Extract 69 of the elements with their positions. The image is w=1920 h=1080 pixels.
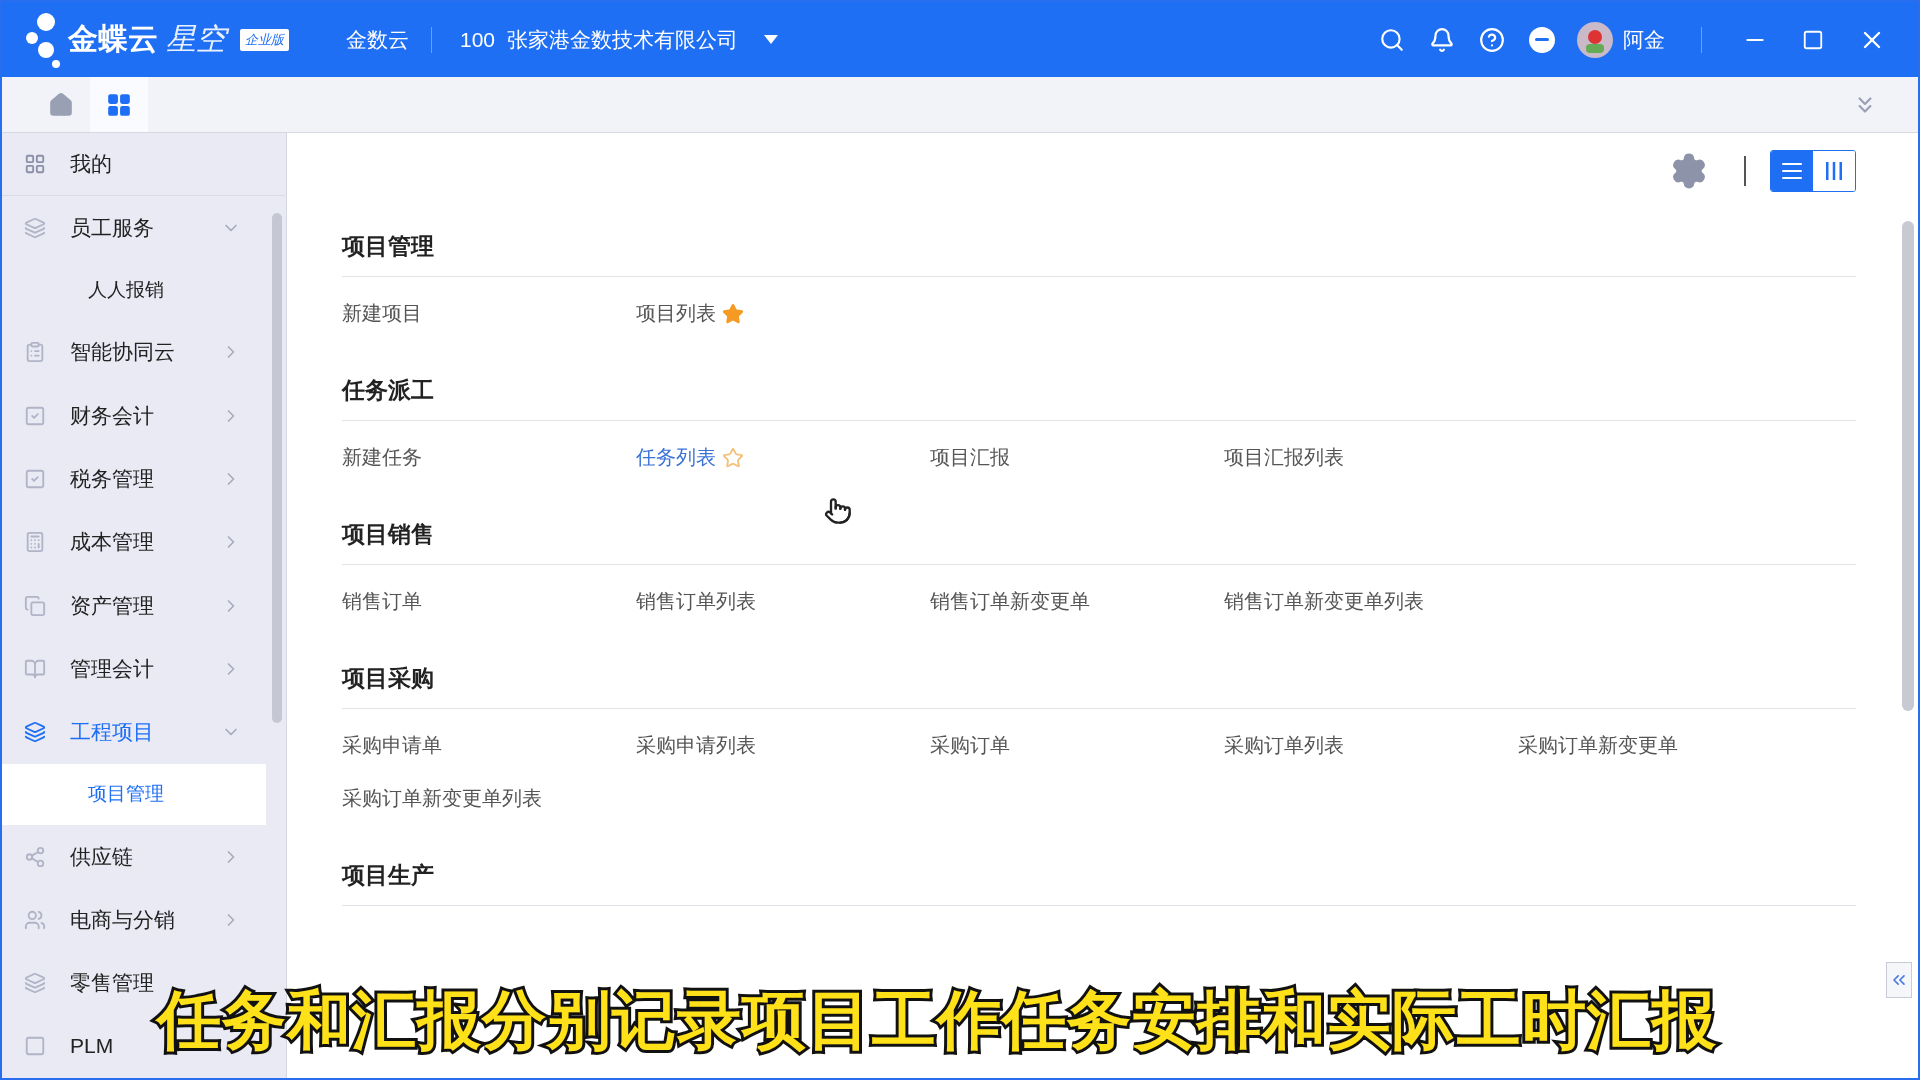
menu-link[interactable]: 任务列表 [636, 444, 716, 471]
settings-icon[interactable] [1670, 152, 1708, 190]
avatar[interactable] [1577, 21, 1613, 58]
module-icon [24, 845, 46, 868]
collapse-button[interactable] [1886, 962, 1912, 998]
sidebar-item[interactable]: 管理会计 [70, 654, 197, 683]
menu-link[interactable]: 采购申请单 [342, 732, 442, 759]
section-title: 任务派工 [342, 360, 1856, 421]
module-icon [24, 594, 46, 617]
sidebar-item[interactable]: 我的 [70, 150, 257, 179]
dashboard-icon [24, 153, 46, 176]
menu-link[interactable]: 项目汇报 [930, 444, 1010, 471]
menu-link[interactable]: 新建任务 [342, 444, 422, 471]
menu-link[interactable]: 新建项目 [342, 300, 422, 327]
logo-name: 金蝶云 [68, 21, 158, 57]
help-icon[interactable] [1479, 26, 1505, 53]
sidebar-subitem[interactable]: 人人报销 [2, 259, 266, 321]
sidebar-item[interactable]: 财务会计 [70, 401, 197, 430]
module-icon [24, 972, 46, 995]
section-title: 项目管理 [342, 216, 1856, 277]
menu-link[interactable]: 采购订单 [930, 732, 1010, 759]
more-icon[interactable] [1529, 26, 1555, 53]
star-icon[interactable] [722, 446, 744, 469]
sidebar-item[interactable]: 成本管理 [70, 528, 197, 557]
menu-link[interactable]: 销售订单新变更单 [930, 588, 1090, 615]
module-icon [24, 216, 46, 239]
menu-link[interactable]: 采购订单新变更单列表 [342, 785, 542, 812]
menu-link[interactable]: 销售订单 [342, 588, 422, 615]
caret-icon [764, 35, 779, 44]
module-icon [24, 908, 46, 931]
section-title: 项目销售 [342, 504, 1856, 565]
list-view-button[interactable] [1771, 151, 1813, 191]
apps-tab[interactable] [90, 77, 148, 132]
module-icon [24, 657, 46, 680]
sidebar-item[interactable]: 工程项目 [70, 718, 197, 747]
module-icon [24, 531, 46, 554]
star-icon[interactable] [722, 302, 744, 325]
module-icon [24, 341, 46, 364]
app-name: 金数云 [346, 26, 409, 53]
scrollbar[interactable] [1902, 221, 1914, 711]
sidebar-item[interactable]: 员工服务 [70, 213, 197, 242]
module-icon [24, 468, 46, 490]
menu-link[interactable]: 采购订单列表 [1224, 732, 1344, 759]
section-title: 项目生产 [342, 845, 1856, 906]
menu-link[interactable]: 采购申请列表 [636, 732, 756, 759]
module-icon [24, 1035, 46, 1058]
sidebar-item[interactable]: 智能协同云 [70, 338, 197, 367]
module-icon [24, 721, 46, 744]
sidebar-subitem[interactable]: 项目管理 [2, 763, 266, 825]
user-name[interactable]: 阿金 [1623, 25, 1665, 54]
edition-badge: 企业版 [240, 28, 289, 51]
menu-link[interactable]: 项目汇报列表 [1224, 444, 1344, 471]
menu-link[interactable]: 采购订单新变更单 [1518, 732, 1678, 759]
menu-link[interactable]: 销售订单新变更单列表 [1224, 588, 1424, 615]
menu-link[interactable]: 项目列表 [636, 300, 716, 327]
section-title: 项目采购 [342, 648, 1856, 709]
sidebar-item[interactable]: 税务管理 [70, 465, 197, 493]
sidebar-item[interactable]: 电商与分销 [70, 905, 197, 934]
search-icon[interactable] [1379, 26, 1405, 53]
menu-link[interactable]: 销售订单列表 [636, 588, 756, 615]
scrollbar[interactable] [272, 213, 282, 723]
module-icon [24, 404, 46, 427]
maximize-icon[interactable] [1802, 28, 1824, 51]
bell-icon[interactable] [1429, 26, 1455, 53]
organization-dropdown[interactable]: 100 张家港金数技术有限公司 [454, 24, 785, 55]
sidebar-item[interactable]: 供应链 [70, 842, 197, 871]
home-icon [48, 91, 74, 118]
grid-icon [106, 91, 132, 118]
sidebar-item[interactable]: 资产管理 [70, 591, 197, 620]
